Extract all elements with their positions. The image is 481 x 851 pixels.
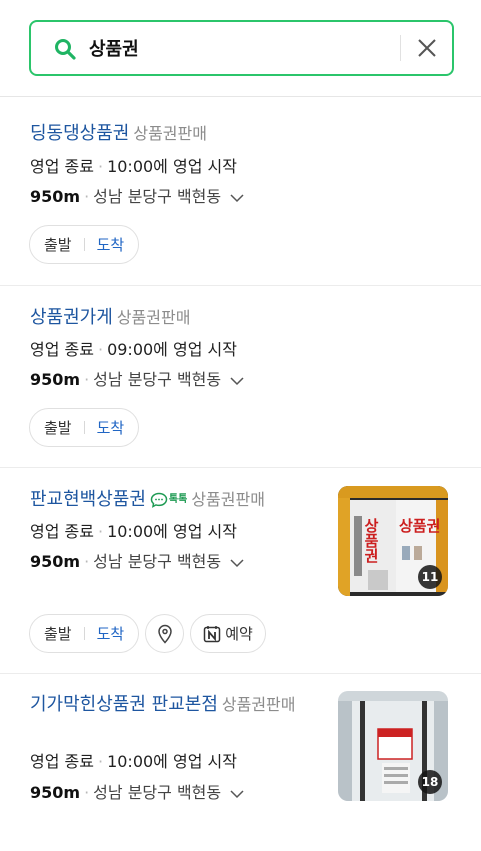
business-status: 영업 종료 [30, 157, 94, 176]
distance: 950m [30, 552, 81, 571]
place-photo[interactable]: 18 [338, 691, 448, 801]
search-divider [400, 35, 401, 61]
search-input[interactable] [89, 34, 389, 62]
business-hours: 영업 종료 · 10:00에 영업 시작 [30, 155, 237, 179]
talktalk-label: 톡톡 [168, 494, 188, 505]
separator-dot: · [97, 752, 104, 771]
place-category: 상품권판매 [191, 490, 265, 509]
start-button[interactable]: 출발 [44, 234, 72, 255]
place-category: 상품권판매 [221, 695, 296, 714]
search-box[interactable] [29, 20, 454, 76]
separator-dot: · [84, 187, 90, 206]
arrive-button[interactable]: 도착 [97, 417, 125, 438]
search-header [0, 0, 481, 97]
photo-sign-horizontal: 상품권 [399, 517, 440, 535]
start-button[interactable]: 출발 [44, 417, 72, 438]
chevron-down-icon[interactable] [230, 789, 244, 799]
talktalk-badge[interactable]: 톡톡 [150, 487, 187, 513]
search-icon [55, 39, 76, 60]
business-status: 영업 종료 [30, 340, 94, 359]
photo-sign-vertical: 상품권 [362, 518, 380, 563]
place-title-row: 딩동댕상품권 상품권판매 [30, 121, 207, 147]
route-button: 출발 도착 [29, 614, 140, 653]
place-photo[interactable]: 상품권 상품권 11 [338, 486, 448, 596]
button-divider [83, 238, 85, 251]
location-row[interactable]: 950m · 성남 분당구 백현동 [30, 368, 244, 392]
action-buttons: 출발 도착 [29, 408, 140, 447]
map-pin-icon [157, 624, 172, 644]
separator-dot: · [97, 340, 104, 359]
button-divider [83, 421, 85, 434]
place-title-row: 상품권가게 상품권판매 [30, 305, 190, 331]
address: 성남 분당구 백현동 [93, 783, 222, 802]
business-hours: 영업 종료 · 09:00에 영업 시작 [30, 338, 237, 362]
place-name[interactable]: 판교현백상품권 [30, 489, 146, 510]
chat-bubble-icon [150, 492, 168, 508]
place-name[interactable]: 딩동댕상품권 [30, 123, 129, 144]
location-row[interactable]: 950m · 성남 분당구 백현동 [30, 550, 244, 574]
map-pin-button[interactable] [145, 614, 185, 653]
photo-count-badge: 18 [418, 770, 442, 794]
separator-dot: · [97, 157, 104, 176]
arrive-button[interactable]: 도착 [97, 623, 125, 644]
chevron-down-icon[interactable] [230, 193, 244, 203]
arrive-button[interactable]: 도착 [97, 234, 125, 255]
route-button: 출발 도착 [29, 408, 140, 447]
distance: 950m [30, 783, 81, 802]
distance: 950m [30, 187, 81, 206]
address: 성남 분당구 백현동 [93, 370, 222, 389]
opening-time: 10:00에 영업 시작 [107, 157, 237, 176]
chevron-down-icon[interactable] [230, 376, 244, 386]
separator-dot: · [84, 370, 90, 389]
place-category: 상품권판매 [133, 124, 207, 143]
list-item[interactable]: 상품권가게 상품권판매 영업 종료 · 09:00에 영업 시작 950m · 성남 분당… [0, 286, 481, 468]
photo-count-badge: 11 [418, 565, 442, 589]
separator-dot: · [97, 522, 104, 541]
clear-search-button[interactable] [411, 32, 443, 64]
naver-booking-icon [203, 625, 221, 642]
business-status: 영업 종료 [30, 752, 94, 771]
button-divider [83, 627, 85, 640]
place-name[interactable]: 상품권가게 [30, 307, 113, 328]
opening-time: 10:00에 영업 시작 [107, 522, 237, 541]
location-row[interactable]: 950m · 성남 분당구 백현동 [30, 185, 244, 209]
place-results-list: 딩동댕상품권 상품권판매 영업 종료 · 10:00에 영업 시작 950m · 성남 분… [0, 97, 481, 851]
opening-time: 10:00에 영업 시작 [107, 752, 237, 771]
business-hours: 영업 종료 · 10:00에 영업 시작 [30, 520, 237, 544]
reserve-button[interactable]: 예약 [190, 614, 266, 653]
separator-dot: · [84, 552, 90, 571]
business-status: 영업 종료 [30, 522, 94, 541]
business-hours: 영업 종료 · 10:00에 영업 시작 [30, 750, 237, 774]
location-row[interactable]: 950m · 성남 분당구 백현동 [30, 781, 244, 805]
chevron-down-icon[interactable] [230, 558, 244, 568]
list-item[interactable]: 기가막힌상품권 판교본점 상품권판매 영업 종료 · 10:00에 영업 시작 950… [0, 674, 481, 851]
start-button[interactable]: 출발 [44, 623, 72, 644]
place-name[interactable]: 기가막힌상품권 판교본점 [30, 694, 218, 715]
address: 성남 분당구 백현동 [93, 552, 222, 571]
opening-time: 09:00에 영업 시작 [107, 340, 237, 359]
place-title-row: 기가막힌상품권 판교본점 상품권판매 [30, 692, 330, 718]
reserve-label: 예약 [225, 625, 253, 643]
action-buttons: 출발 도착 [29, 225, 140, 264]
place-category: 상품권판매 [116, 308, 191, 327]
separator-dot: · [84, 783, 90, 802]
address: 성남 분당구 백현동 [93, 187, 222, 206]
list-item[interactable]: 딩동댕상품권 상품권판매 영업 종료 · 10:00에 영업 시작 950m · 성남 분… [0, 97, 481, 286]
distance: 950m [30, 370, 81, 389]
close-icon [418, 39, 436, 57]
action-buttons: 출발 도착 예약 [29, 614, 266, 653]
route-button: 출발 도착 [29, 225, 140, 264]
place-title-row: 판교현백상품권 톡톡 상품권판매 [30, 487, 265, 513]
